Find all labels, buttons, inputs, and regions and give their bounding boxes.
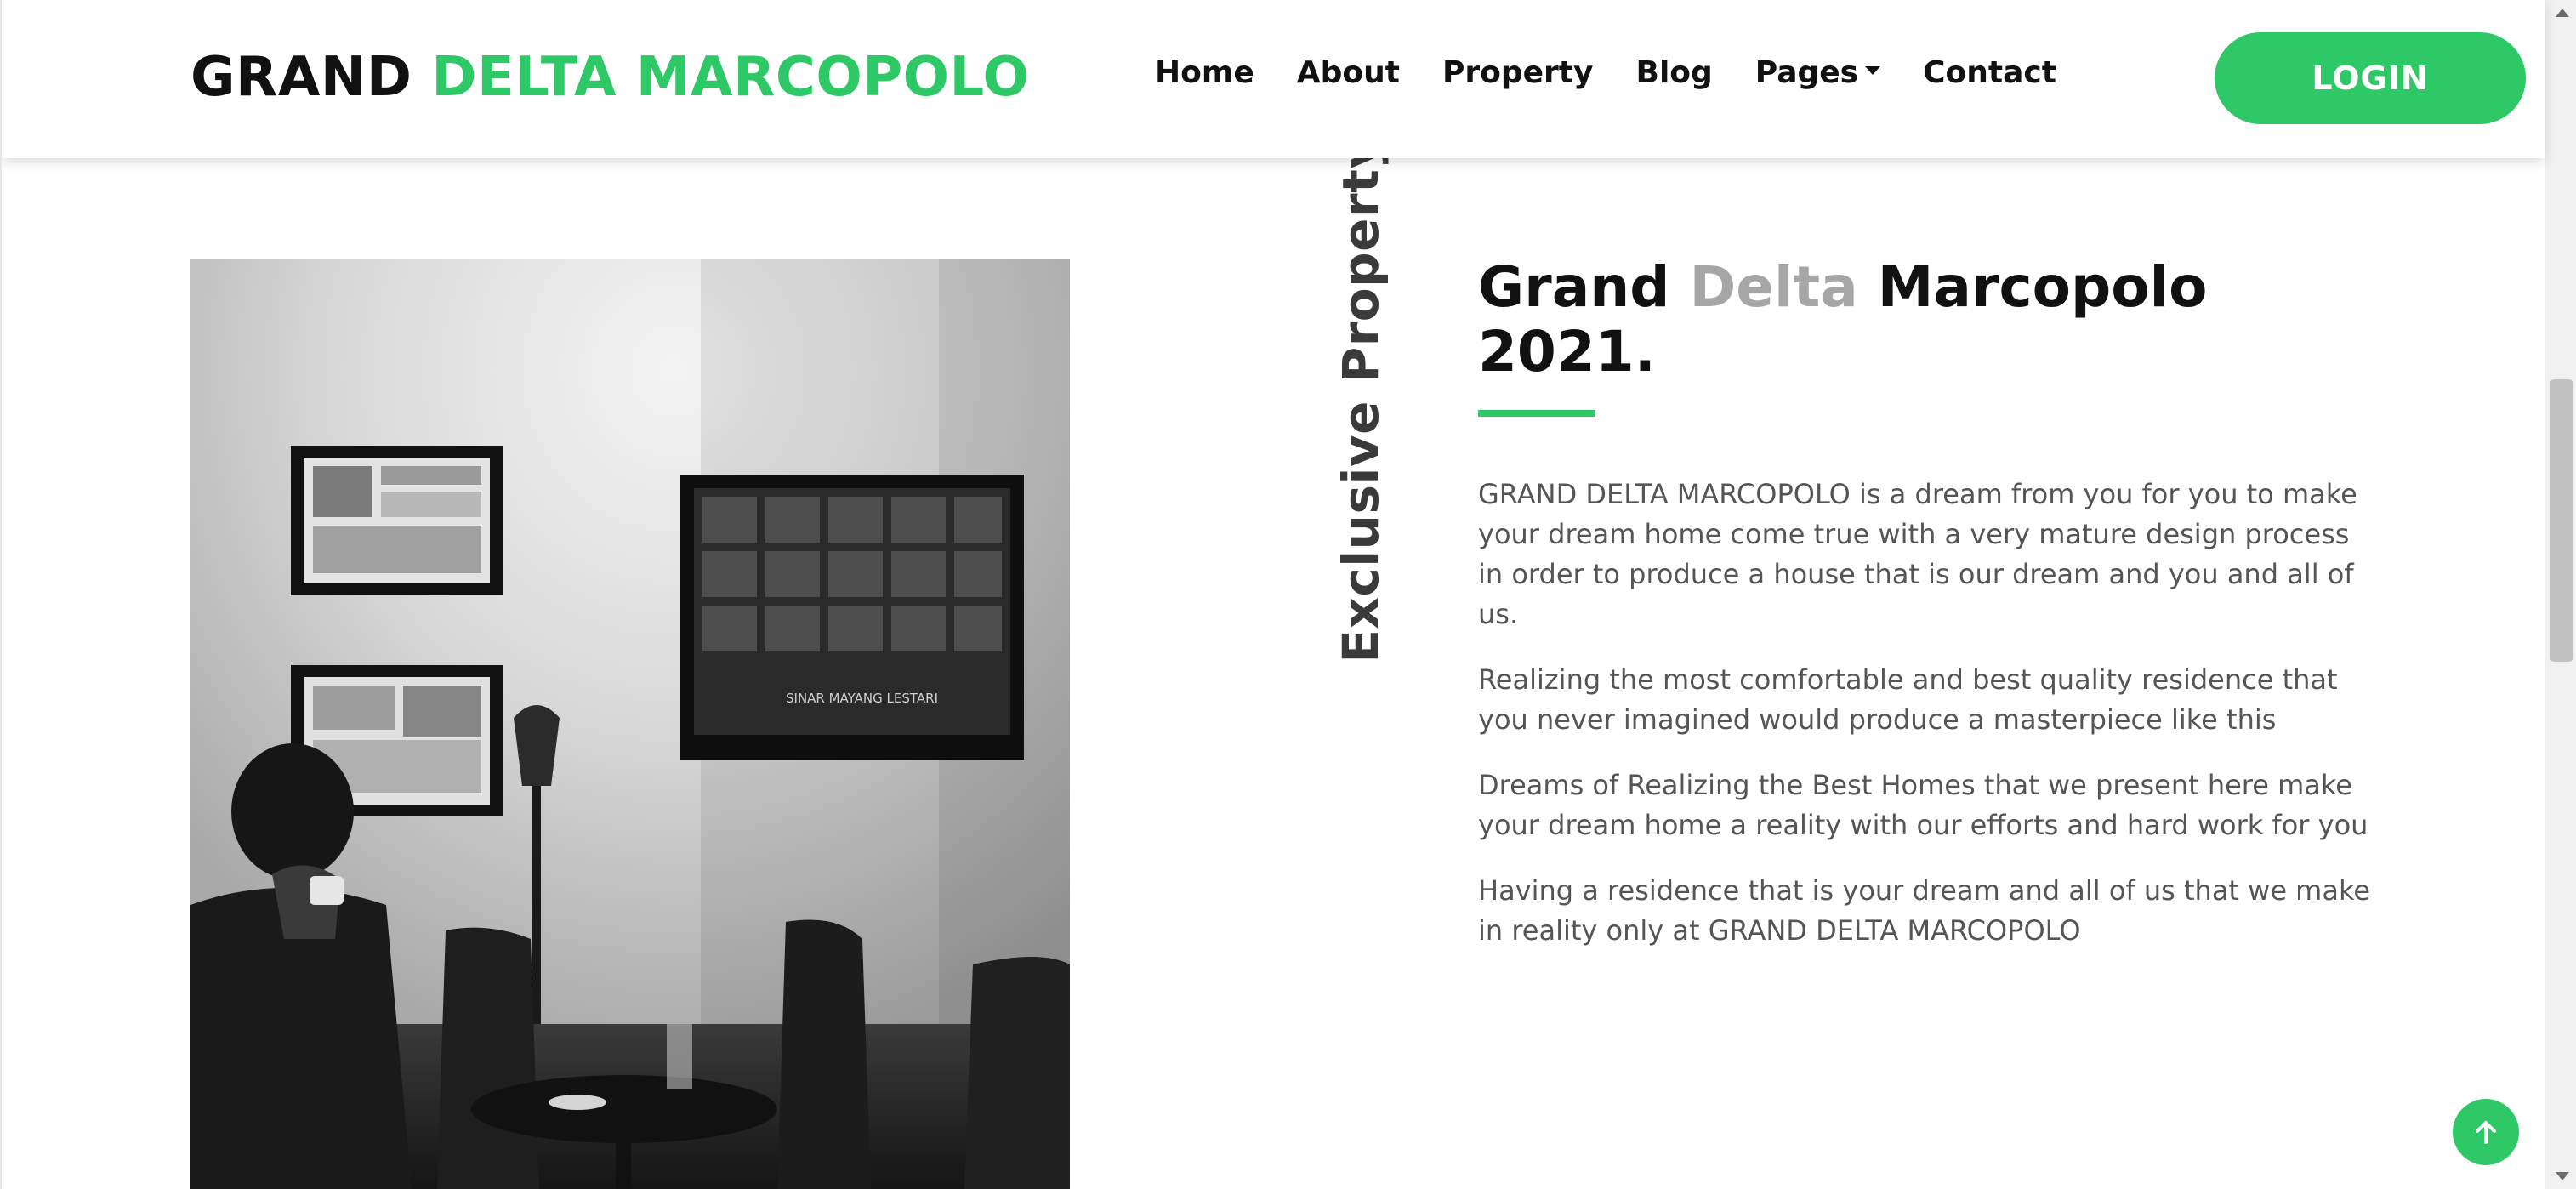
- paragraph-4: Having a residence that is your dream an…: [1478, 874, 2371, 947]
- about-content: Grand Delta Marcopolo 2021. GRAND DELTA …: [1478, 255, 2371, 951]
- nav-contact[interactable]: Contact: [1923, 48, 2056, 99]
- scroll-up-icon[interactable]: [2556, 9, 2569, 17]
- caret-down-icon: [1865, 66, 1881, 75]
- photo-illustration: SINAR MAYANG LESTARI: [190, 259, 1070, 1189]
- nav-about[interactable]: About: [1297, 48, 1400, 99]
- heading-part-1: Grand: [1478, 254, 1670, 320]
- heading-line-2: 2021.: [1478, 319, 1656, 384]
- nav-pages-label: Pages: [1754, 55, 1859, 90]
- navbar: GRAND DELTA MARCOPOLO Home About Propert…: [2, 0, 2545, 158]
- brand-part-2: DELTA MARCOPOLO: [431, 46, 1030, 109]
- paragraph-1: GRAND DELTA MARCOPOLO is a dream from yo…: [1478, 478, 2357, 630]
- brand-part-1: GRAND: [190, 46, 412, 109]
- exclusive-property-label: Exclusive Property: [1332, 136, 1390, 663]
- frame-caption: SINAR MAYANG LESTARI: [786, 691, 938, 706]
- brand-logo[interactable]: GRAND DELTA MARCOPOLO: [190, 48, 1029, 107]
- arrow-up-icon: [2476, 1121, 2496, 1144]
- nav-property[interactable]: Property: [1442, 48, 1594, 99]
- vertical-scrollbar[interactable]: [2545, 0, 2576, 1189]
- property-photo: SINAR MAYANG LESTARI: [190, 259, 1070, 1189]
- heading-part-2: Delta: [1689, 254, 1858, 320]
- login-button[interactable]: LOGIN: [2215, 32, 2526, 124]
- nav-blog[interactable]: Blog: [1636, 48, 1713, 99]
- paragraph-2: Realizing the most comfortable and best …: [1478, 663, 2338, 736]
- back-to-top-button[interactable]: [2453, 1099, 2519, 1165]
- section-heading: Grand Delta Marcopolo 2021.: [1478, 255, 2371, 384]
- scrollbar-thumb[interactable]: [2550, 379, 2573, 662]
- nav-pages-dropdown[interactable]: Pages: [1754, 48, 1881, 99]
- paragraph-3: Dreams of Realizing the Best Homes that …: [1478, 769, 2368, 841]
- main-nav: Home About Property Blog Pages Contact: [1155, 48, 2056, 99]
- heading-part-3: Marcopolo: [1877, 254, 2208, 320]
- scroll-down-icon[interactable]: [2556, 1172, 2569, 1180]
- heading-underline: [1478, 410, 1595, 417]
- nav-home[interactable]: Home: [1155, 48, 1254, 99]
- page: GRAND DELTA MARCOPOLO Home About Propert…: [0, 0, 2576, 1189]
